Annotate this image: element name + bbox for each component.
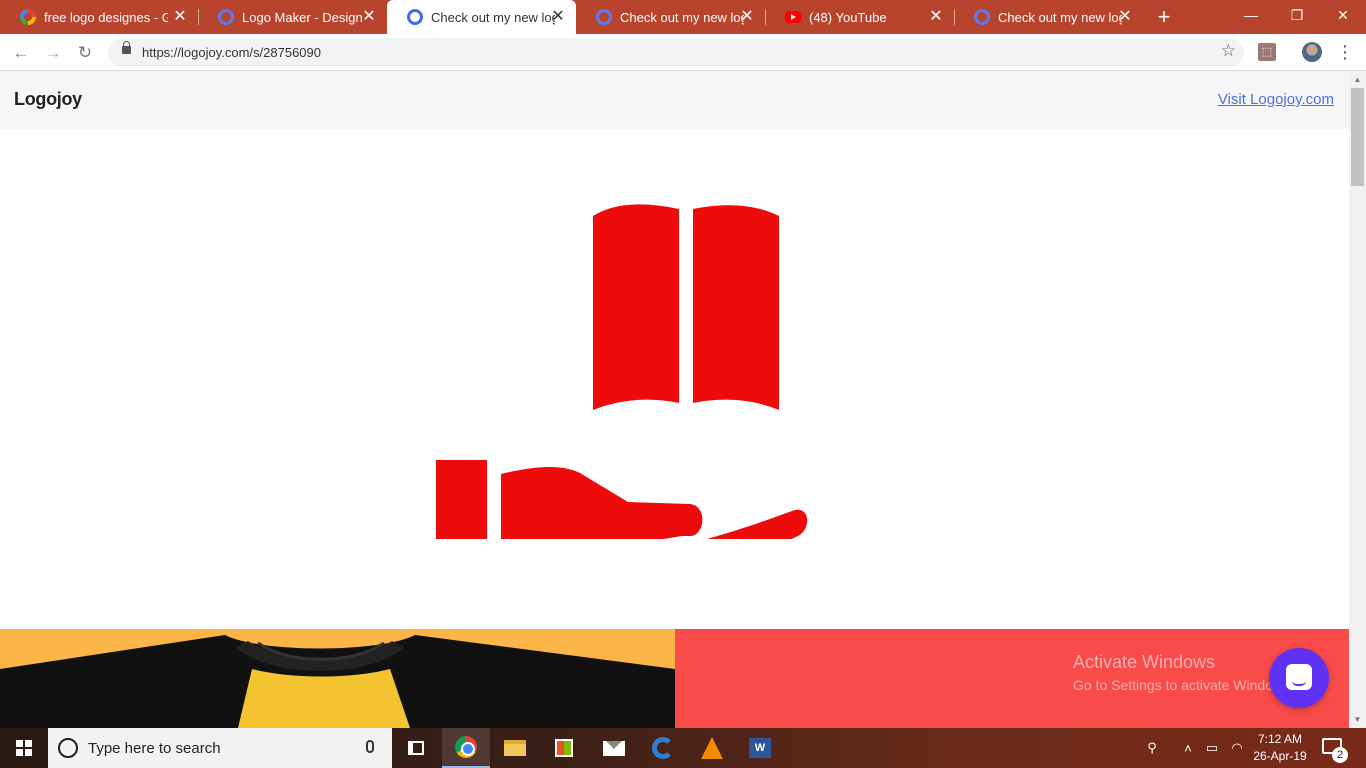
page-scrollbar[interactable]: ▲ ▼: [1349, 71, 1366, 728]
tab-check-out-logo-active[interactable]: Check out my new logo ✕: [387, 0, 576, 34]
cortana-icon: [58, 738, 78, 758]
pdf-extension-icon[interactable]: ⬚: [1258, 43, 1276, 61]
chrome-icon: [407, 9, 423, 25]
forward-arrow-icon[interactable]: →: [40, 40, 66, 66]
close-icon[interactable]: ✕: [550, 9, 566, 25]
address-bar[interactable]: https://logojoy.com/s/28756090 ☆: [108, 38, 1244, 67]
book-left-page: [593, 204, 679, 410]
restore-button[interactable]: ❐: [1274, 0, 1320, 30]
open-hand: [501, 467, 807, 539]
bookmark-star-icon[interactable]: ☆: [1221, 41, 1236, 61]
tab-youtube[interactable]: (48) YouTube ✕: [765, 0, 954, 34]
close-icon[interactable]: ✕: [361, 9, 377, 25]
scroll-thumb[interactable]: [1351, 88, 1364, 186]
visit-logojoy-link[interactable]: Visit Logojoy.com: [1218, 91, 1334, 108]
clock-date: 26-Apr-19: [1253, 749, 1307, 763]
tab-title: Check out my new logo: [431, 9, 555, 25]
chrome-icon: [596, 9, 612, 25]
close-icon[interactable]: ✕: [739, 9, 755, 25]
tab-logo-maker[interactable]: Logo Maker - Design a ✕: [198, 0, 387, 34]
taskbar-clock[interactable]: 7:12 AM 26-Apr-19: [1248, 731, 1312, 765]
browser-tab-strip: free logo designes - Go ✕ Logo Maker - D…: [0, 0, 1366, 34]
window-close-button[interactable]: ✕: [1320, 0, 1366, 30]
people-icon[interactable]: ⚲: [1140, 728, 1164, 768]
mail-icon: [603, 740, 625, 756]
battery-icon[interactable]: ▭: [1202, 728, 1222, 768]
taskbar-mail[interactable]: [590, 728, 638, 768]
close-icon[interactable]: ✕: [928, 9, 944, 25]
taskbar-word[interactable]: W: [736, 728, 784, 768]
chat-launcher-button[interactable]: [1269, 648, 1329, 708]
chrome-icon: [974, 9, 990, 25]
book-right-page: [693, 205, 779, 410]
tab-title: Check out my new logo: [620, 9, 744, 25]
taskbar-file-explorer[interactable]: [491, 728, 539, 768]
book-in-hand-icon: [436, 204, 807, 539]
tab-title: Logo Maker - Design a: [242, 9, 366, 25]
new-tab-button[interactable]: +: [1152, 5, 1176, 29]
minimize-button[interactable]: —: [1228, 0, 1274, 30]
scroll-up-icon[interactable]: ▲: [1349, 71, 1366, 88]
profile-avatar[interactable]: [1302, 42, 1322, 62]
site-header: Logojoy Visit Logojoy.com: [0, 71, 1349, 129]
notification-count-badge: 2: [1332, 747, 1348, 763]
task-view-button[interactable]: [392, 728, 440, 768]
scroll-down-icon[interactable]: ▼: [1349, 711, 1366, 728]
tshirt-image: [0, 635, 675, 728]
edge-icon: [652, 737, 674, 759]
clock-time: 7:12 AM: [1257, 732, 1303, 746]
google-icon: [20, 9, 36, 25]
chrome-icon: [218, 9, 234, 25]
close-icon[interactable]: ✕: [172, 9, 188, 25]
tshirt-mockup: [0, 629, 675, 728]
search-placeholder: Type here to search: [88, 740, 221, 757]
url-text[interactable]: https://logojoy.com/s/28756090: [142, 45, 321, 60]
wifi-icon[interactable]: ◠: [1226, 728, 1248, 768]
windows-logo-icon: [16, 740, 32, 756]
tab-free-logo-designes[interactable]: free logo designes - Go ✕: [0, 0, 198, 34]
browser-menu-icon[interactable]: ⋮: [1336, 40, 1354, 64]
tab-check-out-logo-3[interactable]: Check out my new logo ✕: [954, 0, 1143, 34]
show-hidden-icons-chevron-icon[interactable]: ˄: [1178, 728, 1198, 768]
web-page: Logojoy Visit Logojoy.com: [0, 71, 1349, 728]
tab-title: Check out my new logo: [998, 9, 1122, 25]
reload-icon[interactable]: ↻: [72, 40, 98, 66]
taskbar-chrome[interactable]: [442, 728, 490, 768]
tab-check-out-logo-2[interactable]: Check out my new logo ✕: [576, 0, 765, 34]
chrome-icon: [455, 736, 477, 758]
taskbar-search[interactable]: Type here to search: [48, 728, 392, 768]
taskbar-edge[interactable]: [639, 728, 687, 768]
back-arrow-icon[interactable]: ←: [8, 40, 34, 66]
vlc-icon: [701, 737, 723, 759]
folder-icon: [504, 740, 526, 756]
activate-windows-title: Activate Windows: [1073, 652, 1216, 672]
tab-title: (48) YouTube: [809, 9, 887, 25]
tab-title: free logo designes - Go: [44, 9, 168, 25]
brand-logo-text[interactable]: Logojoy: [14, 89, 82, 110]
task-view-icon: [408, 741, 424, 755]
store-icon: [555, 739, 573, 757]
youtube-icon: [785, 11, 801, 23]
word-icon: W: [749, 738, 771, 758]
taskbar-vlc[interactable]: [688, 728, 736, 768]
close-icon[interactable]: ✕: [1117, 9, 1133, 25]
browser-toolbar: ← → ↻ https://logojoy.com/s/28756090 ☆: [0, 34, 1366, 71]
taskbar-store[interactable]: [540, 728, 588, 768]
activate-windows-subtitle: Go to Settings to activate Windows.: [1073, 677, 1294, 693]
hand-cuff: [436, 460, 487, 539]
windows-taskbar: Type here to search W ⚲ ˄ ▭ ◠ 7:12 AM 26…: [0, 728, 1366, 768]
lock-icon: [122, 41, 131, 54]
logo-preview: [0, 129, 1349, 629]
microphone-icon[interactable]: [366, 740, 374, 753]
start-button[interactable]: [0, 728, 48, 768]
